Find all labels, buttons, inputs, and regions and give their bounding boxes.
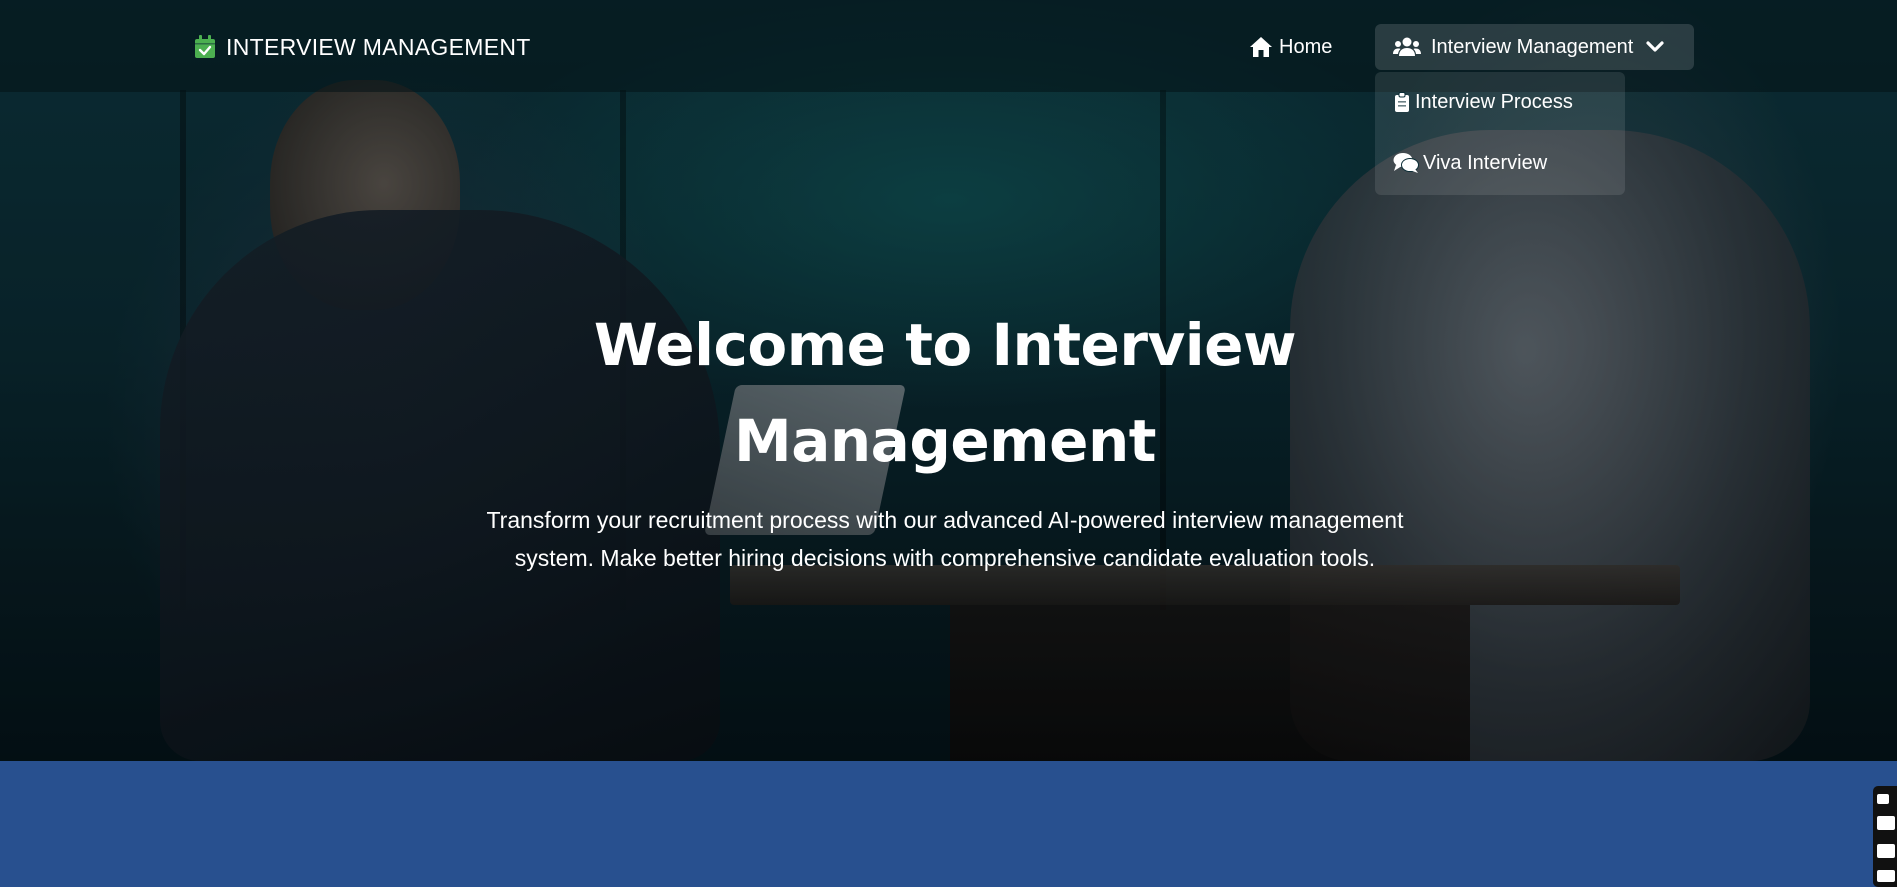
nav-home-link[interactable]: Home: [1249, 30, 1332, 64]
dropdown-item-interview-process[interactable]: Interview Process: [1393, 87, 1573, 117]
screen-icon[interactable]: [1877, 870, 1895, 882]
hero-subtitle: Transform your recruitment process with …: [486, 507, 1404, 571]
camera-icon[interactable]: [1877, 816, 1895, 830]
users-icon: [1393, 37, 1421, 56]
brand-link[interactable]: INTERVIEW MANAGEMENT: [194, 32, 531, 62]
calendar-check-icon: [195, 35, 215, 58]
comments-icon: [1393, 153, 1419, 173]
home-icon: [1250, 37, 1272, 57]
blue-band-section: [0, 761, 1897, 887]
hero-title: Welcome to Interview Management: [593, 310, 1297, 475]
dropdown-item-label: Viva Interview: [1423, 151, 1548, 174]
video-icon[interactable]: [1877, 844, 1895, 858]
clipboard-icon: [1395, 92, 1409, 112]
chevron-down-icon: [1646, 41, 1664, 52]
brand-title: INTERVIEW MANAGEMENT: [226, 33, 531, 60]
page: Welcome to Interview Management Transfor…: [0, 0, 1897, 887]
dropdown-item-viva-interview[interactable]: Viva Interview: [1393, 148, 1547, 178]
nav-home-label: Home: [1279, 35, 1333, 58]
floating-side-toolbar: [1873, 786, 1897, 887]
link-icon[interactable]: [1877, 794, 1889, 804]
dropdown-item-label: Interview Process: [1415, 90, 1573, 113]
interview-management-dropdown[interactable]: Interview Management: [1375, 24, 1694, 70]
navbar: INTERVIEW MANAGEMENT Home Interview Mana…: [0, 0, 1897, 195]
dropdown-menu: Interview Process Viva Interview: [1375, 72, 1625, 195]
dropdown-label: Interview Management: [1431, 35, 1634, 58]
